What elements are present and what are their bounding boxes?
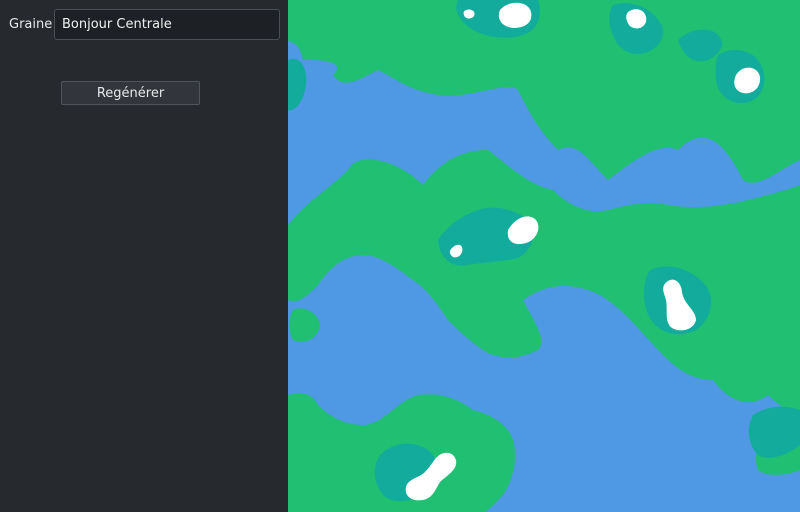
terrain-map[interactable]: [288, 0, 800, 512]
terrain-map-canvas: [288, 0, 800, 512]
seed-row: Graine: [9, 9, 280, 40]
app-window: Graine Regénérer: [0, 0, 800, 512]
control-panel: Graine Regénérer: [0, 0, 288, 512]
seed-label: Graine: [9, 17, 53, 32]
regenerate-button[interactable]: Regénérer: [61, 81, 200, 105]
seed-input[interactable]: [54, 9, 280, 40]
